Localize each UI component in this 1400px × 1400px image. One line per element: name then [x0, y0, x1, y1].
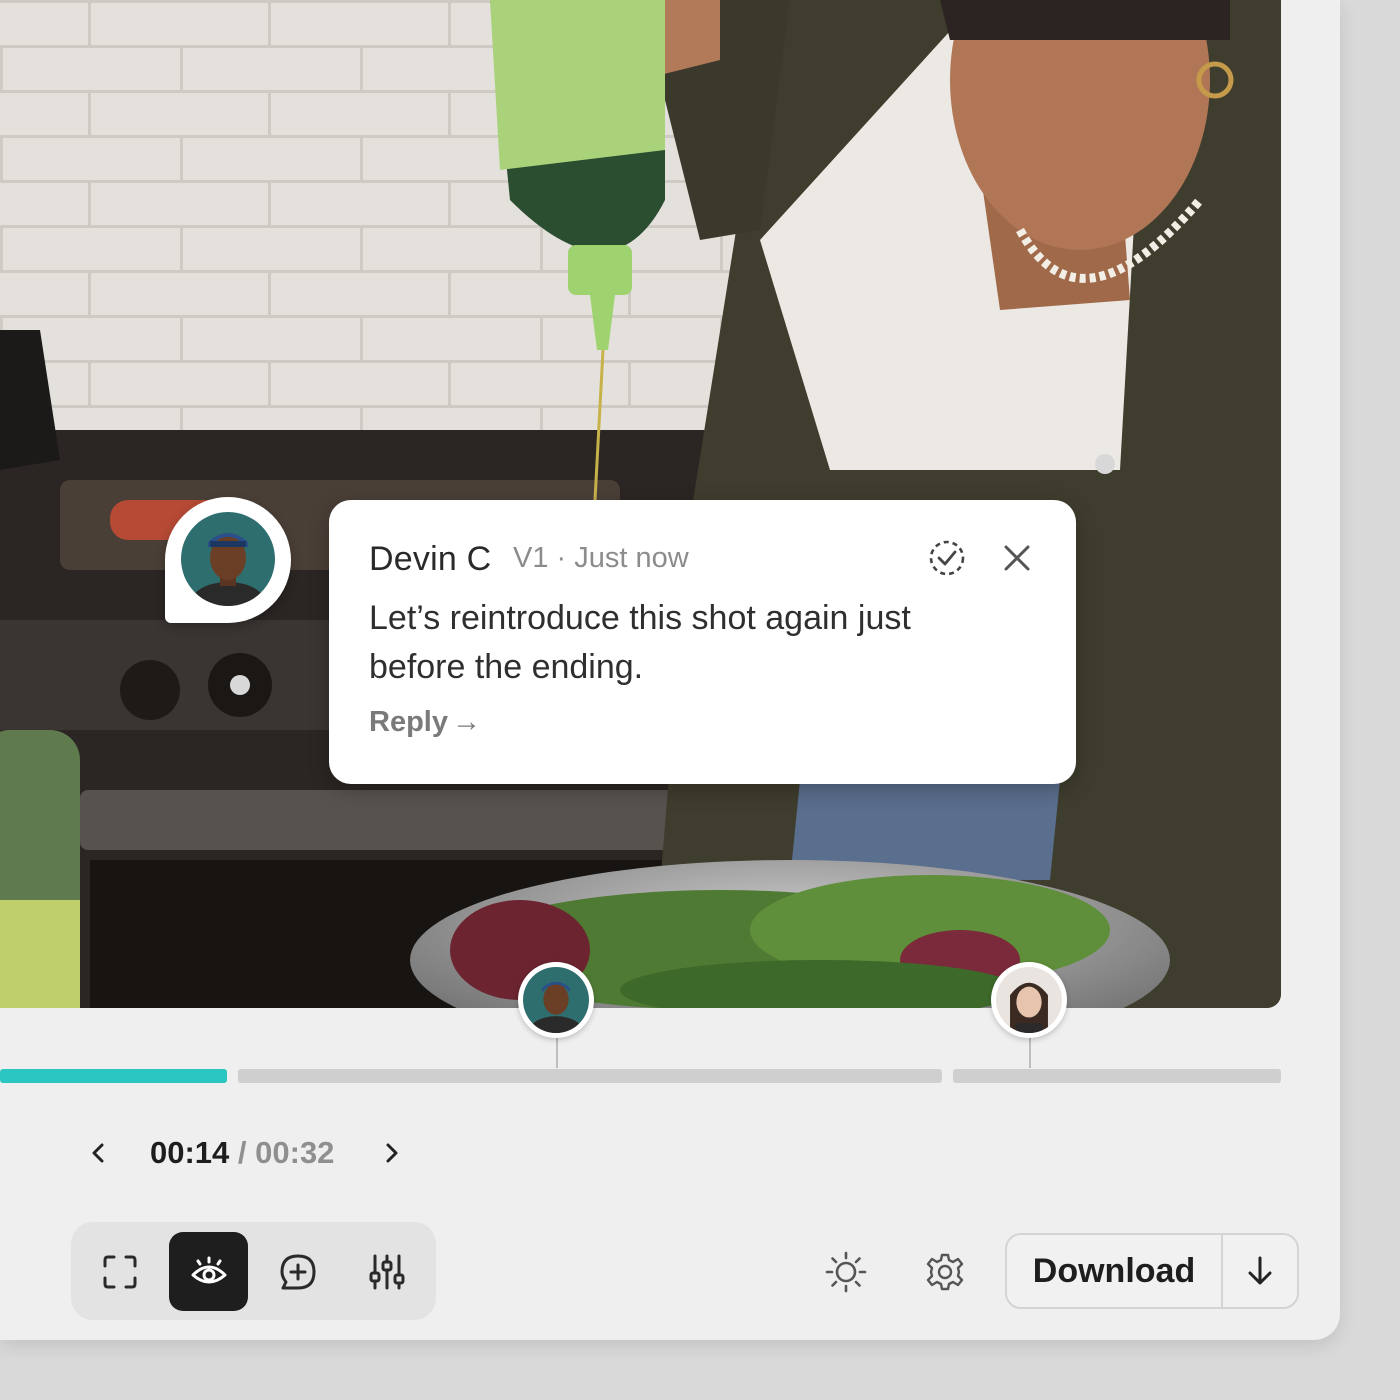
chevron-right-icon — [386, 1143, 398, 1163]
previous-frame-button[interactable] — [80, 1135, 116, 1171]
add-comment-button[interactable] — [258, 1232, 337, 1311]
fullscreen-button[interactable] — [80, 1232, 159, 1311]
adjust-sliders-icon — [369, 1254, 404, 1289]
comment-body: Let’s reintroduce this shot again just b… — [369, 599, 911, 686]
chevron-left-icon — [92, 1143, 104, 1163]
marker-line — [556, 1036, 558, 1068]
timeline-track-segment[interactable] — [953, 1069, 1281, 1083]
visibility-button[interactable] — [169, 1232, 248, 1311]
avatar — [181, 512, 275, 606]
eye-icon — [191, 1256, 226, 1283]
timeline-comment-marker[interactable] — [991, 962, 1067, 1038]
video-review-panel: Devin C V1 · Just now Let’s reintroduce … — [0, 0, 1340, 1340]
reply-label: Reply — [369, 706, 448, 738]
settings-button[interactable] — [923, 1250, 967, 1294]
progress-fill[interactable] — [0, 1069, 227, 1083]
time-separator: / — [229, 1135, 256, 1170]
download-button[interactable]: Download — [1007, 1235, 1221, 1307]
comment-card: Devin C V1 · Just now Let’s reintroduce … — [329, 500, 1076, 784]
add-comment-icon — [280, 1254, 315, 1289]
fullscreen-icon — [103, 1255, 136, 1288]
reply-link[interactable]: Reply → — [369, 706, 481, 739]
download-options-button[interactable] — [1223, 1235, 1297, 1307]
time-display: 00:14 / 00:32 — [150, 1135, 334, 1171]
timeline-comment-marker[interactable] — [518, 962, 594, 1038]
tool-group — [71, 1222, 436, 1320]
arrow-right-icon: → — [451, 706, 481, 738]
playback-time-row: 00:14 / 00:32 — [80, 1125, 410, 1181]
adjust-button[interactable] — [347, 1232, 426, 1311]
comment-meta: V1 · Just now — [513, 542, 689, 574]
download-split-button: Download — [1005, 1233, 1299, 1309]
comment-author: Devin C — [369, 540, 492, 578]
arrow-down-icon — [1248, 1256, 1272, 1285]
brightness-icon — [825, 1251, 867, 1293]
avatar — [996, 967, 1062, 1033]
resolve-check-icon[interactable] — [927, 538, 967, 578]
comment-avatar-pin[interactable] — [165, 497, 291, 623]
current-time: 00:14 — [150, 1135, 230, 1170]
marker-line — [1029, 1036, 1031, 1068]
next-frame-button[interactable] — [374, 1135, 410, 1171]
timeline-track-segment[interactable] — [238, 1069, 942, 1083]
brightness-button[interactable] — [824, 1250, 868, 1294]
total-time: 00:32 — [255, 1135, 335, 1170]
close-icon[interactable] — [1001, 542, 1033, 574]
settings-gear-icon — [926, 1253, 964, 1291]
avatar — [523, 967, 589, 1033]
